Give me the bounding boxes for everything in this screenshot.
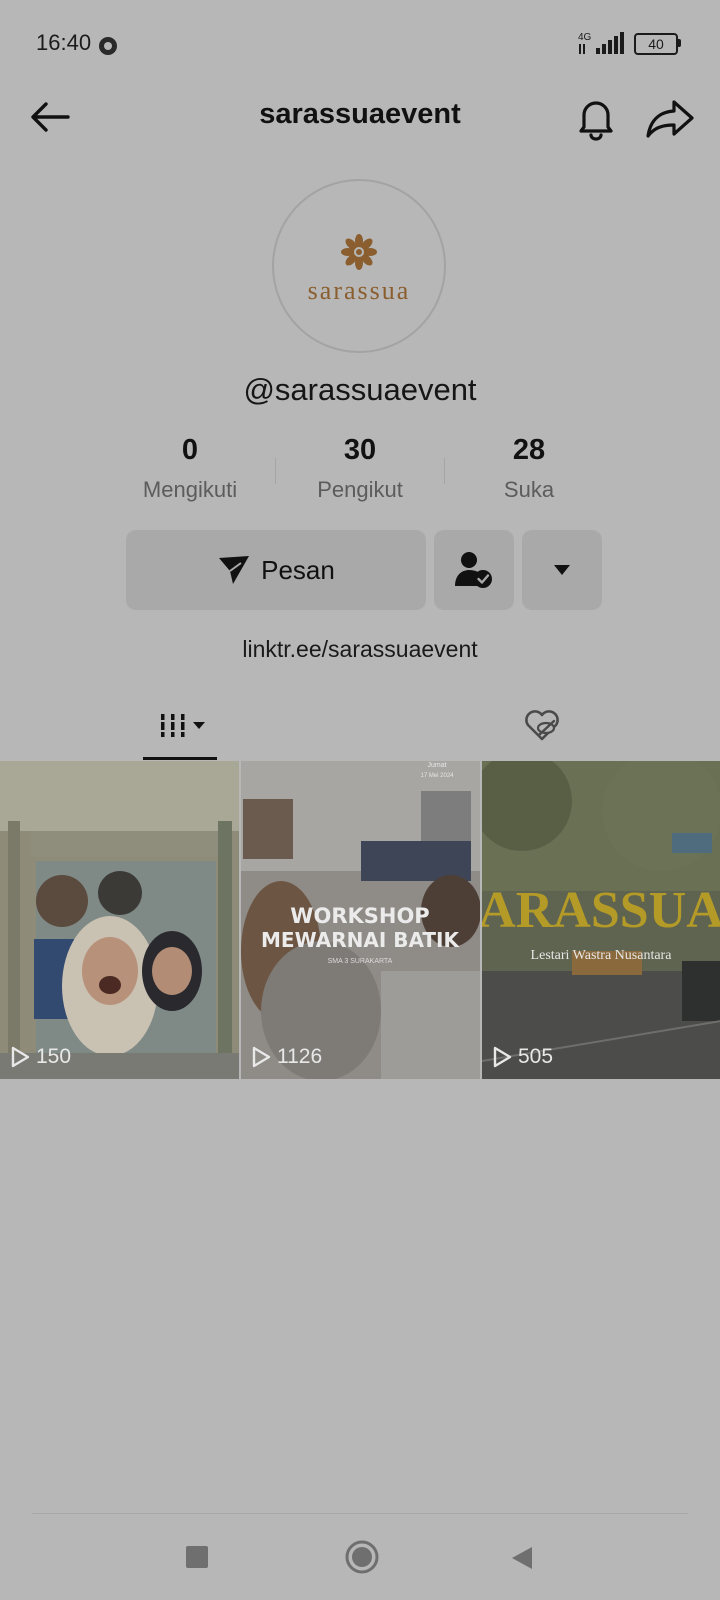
signal-icon: 4G <box>578 32 624 54</box>
home-circle-icon[interactable] <box>344 1539 380 1575</box>
thumbnail-overlay-date: 17 Mei 2024 <box>420 773 454 779</box>
tab-active-indicator <box>143 757 217 760</box>
thumbnail-overlay-subtitle: Lestari Wastra Nusantara <box>531 948 673 963</box>
video-thumbnail[interactable]: ARASSUA Lestari Wastra Nusantara 505 <box>482 761 720 1079</box>
more-options-button[interactable] <box>522 530 602 610</box>
message-button-label: Pesan <box>261 554 335 585</box>
profile-link[interactable]: linktr.ee/sarassuaevent <box>160 636 560 663</box>
thumbnail-overlay-day: Jumat <box>427 762 446 769</box>
video-thumbnail[interactable]: WORKSHOP MEWARNAI BATIK SMA 3 SURAKARTA … <box>241 761 480 1079</box>
message-button[interactable]: Pesan <box>126 530 426 610</box>
video-thumbnail[interactable]: 150 <box>0 761 239 1079</box>
thumbnail-overlay-title-2: MEWARNAI BATIK <box>261 928 460 952</box>
stat-likes-label: Suka <box>503 477 555 502</box>
thumbnail-overlay-subtitle: SMA 3 SURAKARTA <box>328 958 393 965</box>
nav-divider <box>32 1513 688 1514</box>
stat-followers-value: 30 <box>343 434 377 466</box>
tab-liked-hidden-heart-icon[interactable] <box>520 703 564 747</box>
thumbnail-overlay-title-1: WORKSHOP <box>290 904 429 928</box>
stat-following[interactable]: 0 Mengikuti <box>110 434 270 503</box>
stat-followers-label: Pengikut <box>317 477 403 502</box>
stat-divider <box>444 458 445 484</box>
following-status-button[interactable] <box>434 530 514 610</box>
battery-level: 40 <box>634 33 678 55</box>
back-arrow-icon[interactable] <box>26 95 74 139</box>
play-icon <box>493 1046 512 1068</box>
play-icon <box>252 1046 271 1068</box>
avatar[interactable]: sarassua <box>272 179 446 353</box>
profile-username: @sarassuaevent <box>243 372 477 407</box>
view-count: 505 <box>492 1045 553 1069</box>
battery-icon: 40 <box>634 33 681 55</box>
tab-videos-grid-icon[interactable] <box>143 704 217 760</box>
send-icon <box>219 556 250 584</box>
view-count-text: 1126 <box>277 1045 323 1068</box>
video-thumbnail-image: WORKSHOP MEWARNAI BATIK SMA 3 SURAKARTA … <box>241 761 480 1079</box>
stat-likes[interactable]: 28 Suka <box>449 434 609 503</box>
recent-apps-icon[interactable] <box>186 1546 208 1568</box>
video-thumbnail-image <box>0 761 239 1079</box>
system-back-icon[interactable] <box>510 1545 534 1571</box>
view-count-text: 150 <box>36 1045 72 1068</box>
avatar-logo-text: sarassua <box>307 276 411 305</box>
thumbnail-overlay-title: ARASSUA <box>482 882 720 939</box>
view-count: 150 <box>10 1045 71 1069</box>
stat-likes-value: 28 <box>512 434 546 466</box>
caret-down-icon <box>554 565 570 575</box>
stat-following-label: Mengikuti <box>142 477 238 502</box>
status-time: 16:40 <box>36 30 92 55</box>
stat-divider <box>275 458 276 484</box>
user-check-icon <box>455 552 492 588</box>
flower-logo-icon <box>341 234 377 270</box>
share-icon[interactable] <box>644 94 696 142</box>
play-icon <box>11 1046 30 1068</box>
bell-icon[interactable] <box>572 94 620 142</box>
video-thumbnail-image: ARASSUA Lestari Wastra Nusantara <box>482 761 720 1079</box>
view-count-text: 505 <box>518 1045 554 1068</box>
network-label: 4G <box>578 32 592 43</box>
header-title: sarassuaevent <box>259 98 461 130</box>
stat-followers[interactable]: 30 Pengikut <box>280 434 440 503</box>
notification-icon <box>99 37 117 55</box>
view-count: 1126 <box>251 1045 322 1069</box>
stat-following-value: 0 <box>181 434 199 466</box>
